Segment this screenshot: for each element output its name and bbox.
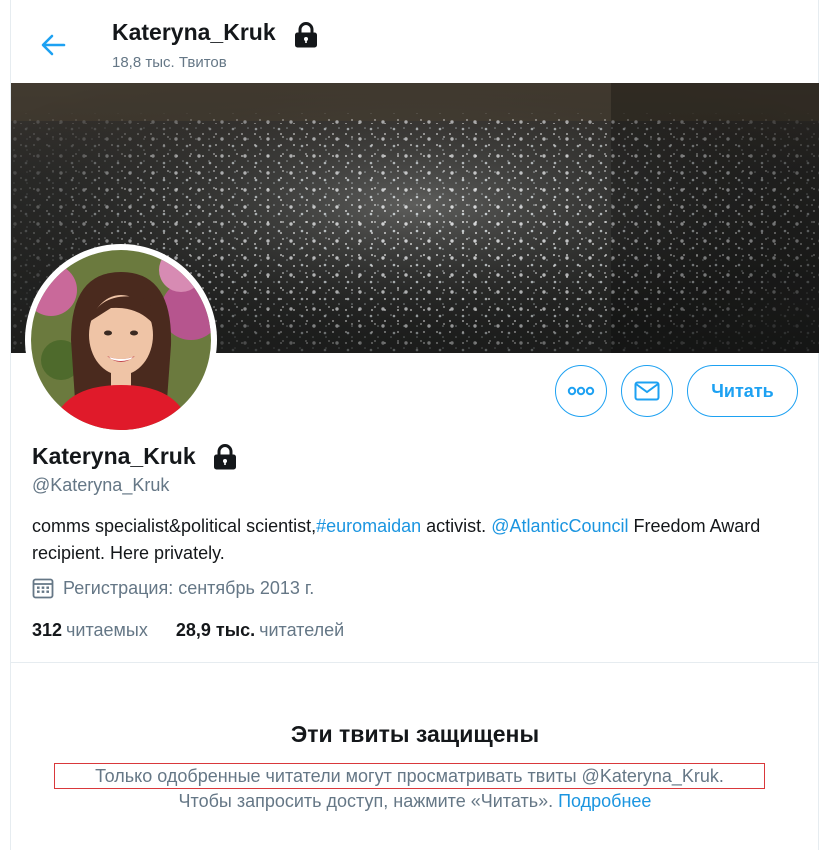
profile-bio: comms specialist&political scientist,#eu…	[32, 513, 802, 567]
more-button[interactable]	[555, 365, 607, 417]
following-count: 312	[32, 620, 63, 640]
arrow-left-icon	[41, 34, 66, 56]
request-access-text: Чтобы запросить доступ, нажмите «Читать»…	[178, 791, 554, 811]
join-date: Регистрация: сентябрь 2013 г.	[32, 577, 314, 599]
header-name: Kateryna_Kruk	[112, 19, 276, 45]
followers-stat[interactable]: 28,9 тыс. читателей	[176, 620, 344, 641]
bio-text: comms specialist&political scientist,	[32, 516, 317, 536]
back-button[interactable]	[36, 28, 70, 62]
header-tweet-count: 18,8 тыс. Твитов	[112, 54, 227, 71]
following-label: читаемых	[66, 620, 148, 640]
profile-handle: @Kateryna_Kruk	[32, 475, 170, 495]
protected-message: Только одобренные читатели могут просмат…	[54, 763, 765, 789]
divider	[11, 662, 819, 663]
bio-text: activist.	[421, 516, 492, 536]
lock-icon	[214, 444, 236, 470]
followers-label: читателей	[259, 620, 345, 640]
protected-title: Эти твиты защищены	[290, 721, 540, 747]
follow-button[interactable]: Читать	[687, 365, 798, 417]
bio-hashtag-link[interactable]: #euromaidan	[316, 516, 421, 536]
calendar-icon	[32, 578, 54, 599]
lock-icon	[295, 22, 317, 48]
protected-request-access: Чтобы запросить доступ, нажмите «Читать»…	[0, 791, 830, 812]
following-stat[interactable]: 312 читаемых	[32, 620, 148, 641]
avatar[interactable]	[25, 244, 217, 436]
envelope-icon	[634, 381, 660, 401]
profile-stats: 312 читаемых 28,9 тыс. читателей	[32, 620, 372, 641]
avatar-photo	[31, 250, 211, 430]
join-date-text: Регистрация: сентябрь 2013 г.	[63, 577, 315, 598]
bio-mention-link[interactable]: @AtlanticCouncil	[491, 516, 628, 536]
message-button[interactable]	[621, 365, 673, 417]
followers-count: 28,9 тыс.	[175, 620, 256, 640]
profile-name: Kateryna_Kruk	[32, 443, 196, 469]
learn-more-link[interactable]: Подробнее	[558, 791, 651, 811]
more-dots-icon	[567, 386, 595, 396]
